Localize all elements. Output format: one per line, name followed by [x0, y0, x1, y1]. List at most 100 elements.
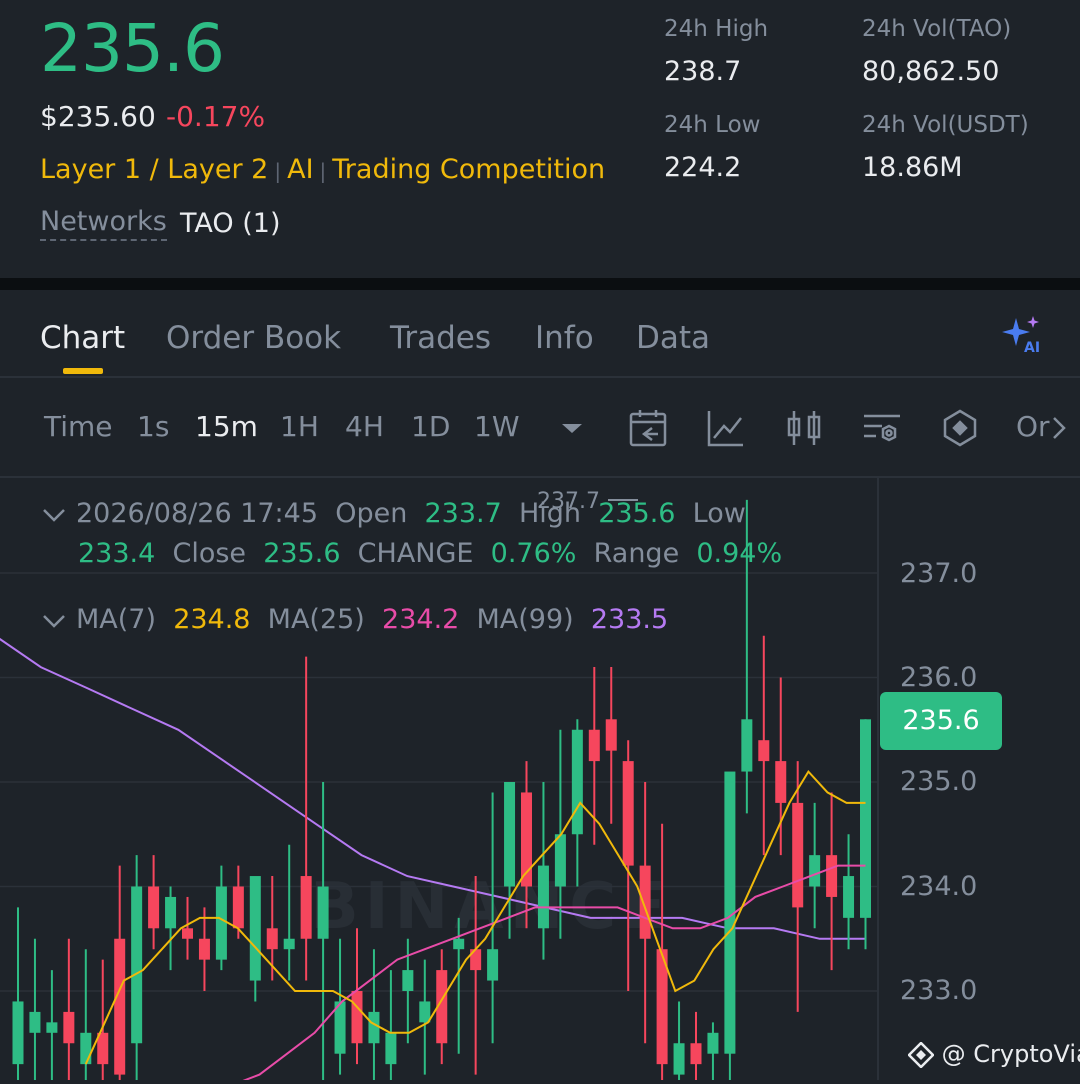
timeframe-1w[interactable]: 1W: [474, 410, 520, 443]
stat-high-value: 238.7: [664, 56, 742, 87]
candle-body: [741, 719, 753, 772]
timeframe-1d[interactable]: 1D: [411, 410, 450, 443]
moving-average-legend: MA(7) 234.8 MA(25) 234.2 MA(99) 233.5: [40, 604, 668, 635]
candle-body: [198, 938, 210, 960]
candle-body: [131, 886, 143, 1044]
candle-body: [571, 729, 583, 835]
stat-low-value: 224.2: [664, 152, 742, 183]
ma25-value: 234.2: [382, 604, 460, 635]
ma99-value: 233.5: [590, 604, 669, 635]
chart-settings-icon[interactable]: [862, 408, 902, 448]
collapse-chevron-icon[interactable]: [40, 611, 68, 631]
candle-body: [29, 1011, 41, 1033]
candle-body: [843, 876, 855, 918]
ma25-label: MA(25): [267, 604, 365, 635]
collapse-chevron-icon[interactable]: [40, 505, 68, 525]
candle-body: [148, 886, 160, 929]
price-axis-tick: 237.0: [900, 558, 978, 589]
timeframe-4h[interactable]: 4H: [345, 410, 384, 443]
tab-data[interactable]: Data: [636, 320, 710, 356]
credit-text: @ CryptoVia: [941, 1040, 1080, 1068]
candle-body: [673, 1043, 685, 1075]
networks-value[interactable]: TAO (1): [180, 208, 280, 239]
candle-info-row-2: 233.4 Close 235.6 CHANGE 0.76% Range 0.9…: [78, 538, 782, 569]
tag-layer[interactable]: Layer 1 / Layer 2: [40, 154, 268, 185]
candle-body: [300, 876, 312, 939]
change-label: CHANGE: [357, 538, 474, 569]
tab-chart[interactable]: Chart: [40, 320, 125, 356]
tab-info[interactable]: Info: [535, 320, 594, 356]
tag-separator: |: [319, 159, 327, 183]
candle-body: [792, 802, 804, 908]
tag-separator: |: [274, 159, 282, 183]
chart-panel[interactable]: BINANCE 237.7 2026/08/26 17:45 Open 233.…: [0, 478, 1080, 1084]
timeframe-1s[interactable]: 1s: [137, 410, 169, 443]
open-label: Open: [335, 498, 408, 529]
candle-body: [63, 1011, 75, 1044]
timeframe-15m[interactable]: 15m: [195, 410, 258, 443]
candle-datetime: 2026/08/26 17:45: [76, 498, 319, 529]
high-value: 235.6: [598, 498, 676, 529]
tab-active-indicator: [63, 368, 103, 374]
ma7-value: 234.8: [173, 604, 251, 635]
candle-body: [622, 761, 634, 866]
candle-body: [232, 886, 244, 929]
stat-vol-usdt-label: 24h Vol(USDT): [862, 112, 1029, 138]
calendar-go-to-date-icon[interactable]: [628, 408, 668, 448]
usd-price: $235.60: [40, 100, 156, 133]
tag-ai[interactable]: AI: [287, 154, 313, 185]
candle-body: [46, 1022, 58, 1033]
tag-trading-competition[interactable]: Trading Competition: [332, 154, 605, 185]
hexagon-depth-icon[interactable]: [940, 408, 980, 448]
candle-body: [758, 740, 770, 762]
timeframe-time[interactable]: Time: [44, 410, 113, 443]
timeframe-1h[interactable]: 1H: [280, 410, 319, 443]
ma99-label: MA(99): [476, 604, 574, 635]
price-axis-tick: 236.0: [900, 662, 978, 693]
diamond-logo-icon: [907, 1041, 935, 1069]
section-divider: [0, 278, 1080, 290]
range-value: 0.94%: [696, 538, 783, 569]
stat-low-label: 24h Low: [664, 112, 761, 138]
candle-body: [317, 886, 329, 939]
ai-sparkle-icon[interactable]: AI: [1000, 314, 1044, 356]
networks-label[interactable]: Networks: [40, 206, 167, 241]
category-tags: Layer 1 / Layer 2 | AI | Trading Competition: [40, 154, 605, 185]
candle-body: [504, 782, 516, 887]
close-label: Close: [172, 538, 247, 569]
candle-body: [639, 865, 651, 939]
candle-body: [690, 1043, 702, 1065]
stat-high-label: 24h High: [664, 16, 769, 42]
chart-toolbar: Time 1s 15m 1H 4H 1D 1W Or: [0, 378, 1080, 478]
open-value: 233.7: [424, 498, 502, 529]
candle-body: [860, 719, 871, 918]
candle-body: [809, 855, 821, 887]
candle-body: [385, 1032, 397, 1065]
candle-body: [605, 719, 617, 751]
candlestick-type-icon[interactable]: [784, 408, 824, 448]
tab-trades[interactable]: Trades: [390, 320, 491, 356]
timeframe-dropdown-icon[interactable]: [552, 408, 592, 448]
candle-body: [165, 896, 177, 929]
credit-watermark: @ CryptoVia: [907, 1040, 1080, 1069]
candle-body: [588, 729, 600, 762]
stat-vol-tao-value: 80,862.50: [862, 56, 1000, 87]
candle-info-row-1: 2026/08/26 17:45 Open 233.7 High 235.6 L…: [40, 498, 746, 529]
tab-bar: Chart Order Book Trades Info Data AI: [0, 290, 1080, 378]
candle-body: [537, 865, 549, 929]
candle-body: [707, 1032, 719, 1054]
candle-body: [80, 1032, 92, 1065]
candle-body: [114, 938, 126, 1075]
chevron-right-icon[interactable]: [1044, 408, 1080, 448]
price-axis-tick: 233.0: [900, 975, 978, 1006]
candle-body: [12, 1001, 24, 1065]
low-label: Low: [692, 498, 746, 529]
indicator-line-icon[interactable]: [706, 408, 746, 448]
candle-body: [283, 938, 295, 950]
stat-vol-usdt-value: 18.86M: [862, 152, 963, 183]
candle-body: [554, 834, 566, 887]
stat-vol-tao-label: 24h Vol(TAO): [862, 16, 1012, 42]
candle-body: [419, 1001, 431, 1023]
candle-body: [249, 876, 261, 981]
tab-order-book[interactable]: Order Book: [166, 320, 341, 356]
